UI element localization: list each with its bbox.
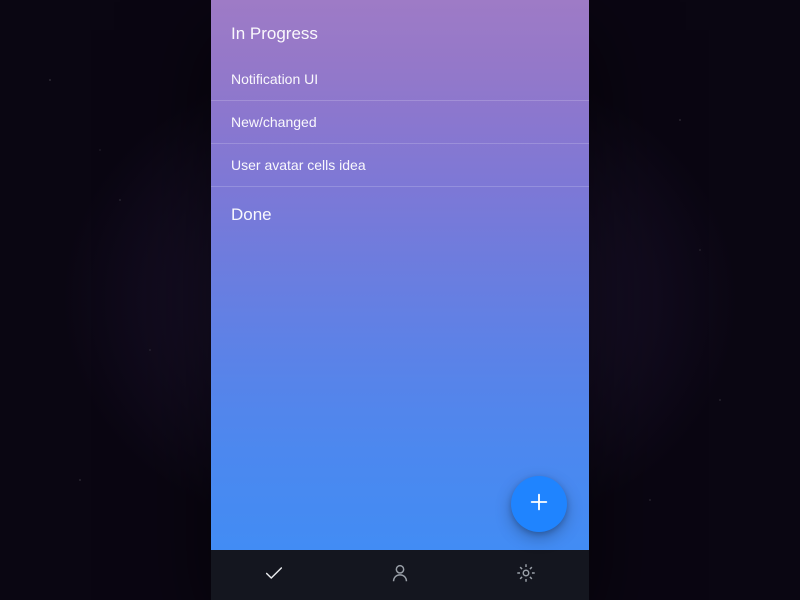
checkmark-icon	[263, 562, 285, 589]
tab-profile[interactable]	[337, 550, 463, 600]
section-header-in-progress: In Progress	[211, 6, 589, 58]
app-screen: In Progress Notification UI New/changed …	[211, 0, 589, 550]
tab-bar	[211, 550, 589, 600]
section-header-done: Done	[211, 187, 589, 239]
tab-settings[interactable]	[463, 550, 589, 600]
phone-frame: In Progress Notification UI New/changed …	[211, 0, 589, 600]
plus-icon	[528, 491, 550, 518]
task-item[interactable]: User avatar cells idea	[211, 144, 589, 187]
person-icon	[389, 562, 411, 589]
tab-tasks[interactable]	[211, 550, 337, 600]
task-item[interactable]: Notification UI	[211, 58, 589, 101]
gear-icon	[515, 562, 537, 589]
add-button[interactable]	[511, 476, 567, 532]
task-item[interactable]: New/changed	[211, 101, 589, 144]
